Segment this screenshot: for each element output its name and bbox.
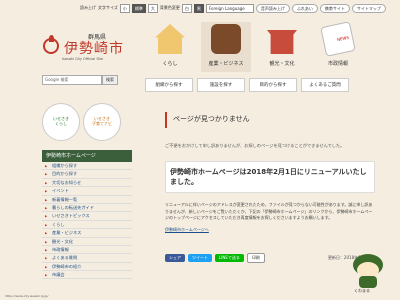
promo-kurashi[interactable]: いせさき くらし	[42, 103, 80, 141]
main-content: ページが見つかりません ご不便をおかけして申し訳ありませんが、お探しのページを見…	[165, 112, 375, 233]
renewal-heading: 伊勢崎市ホームページは2018年2月1日にリニューアルいたしました。	[165, 161, 375, 193]
newspaper-icon	[320, 21, 356, 57]
bg-white-button[interactable]: 白	[181, 3, 192, 13]
sidebar-item[interactable]: 市政情報	[42, 246, 132, 255]
tile-tourism[interactable]: 観光・文化	[257, 22, 307, 72]
not-found-note: ご不便をおかけして申し訳ありませんが、お探しのページを見つけることができませんで…	[165, 143, 345, 148]
tile-label: 産業・ビジネス	[208, 61, 244, 67]
english-name: Isesaki City Official Site	[62, 57, 104, 61]
search-input[interactable]: Google 検索	[42, 75, 102, 85]
sidebar-item[interactable]: 目的から探す	[42, 170, 132, 179]
font-small-button[interactable]: 小	[119, 3, 130, 13]
reader-label[interactable]: 読み上げ	[80, 5, 96, 11]
mascot-body	[359, 276, 377, 288]
page-title: ページが見つかりません	[165, 112, 375, 128]
nav-purpose[interactable]: 目的から探す	[249, 78, 297, 92]
sidebar-item[interactable]: 観光・文化	[42, 238, 132, 246]
tile-city-info[interactable]: 市政情報	[313, 21, 363, 72]
tile-label: 観光・文化	[269, 61, 295, 67]
print-button[interactable]: 印刷	[246, 253, 265, 263]
search-button[interactable]: 検索	[102, 75, 118, 85]
promo-kosodate[interactable]: いせさき 子育てナビ	[83, 103, 121, 141]
font-standard-button[interactable]: 標準	[131, 3, 146, 13]
status-url: https://www.city.isesaki.lg.jp/	[5, 294, 49, 298]
facebook-share-button[interactable]: シェア	[165, 254, 185, 262]
tile-label: くらし	[162, 61, 178, 67]
search-nav: 組織から探す 施設を探す 目的から探す よくあるご質問	[145, 78, 349, 92]
tile-kurashi[interactable]: くらし	[145, 22, 195, 72]
sidebar-item[interactable]: 新着情報一覧	[42, 196, 132, 204]
line-share-button[interactable]: LINEで送る	[215, 254, 244, 262]
promo-banners: いせさき くらし いせさき 子育てナビ	[42, 103, 121, 141]
nav-faq[interactable]: よくあるご質問	[301, 78, 349, 92]
mascot-name: くわまる	[354, 288, 370, 293]
site-search: Google 検索 検索	[42, 75, 118, 85]
contact-button[interactable]: ふれあい	[291, 3, 318, 13]
temple-icon	[267, 30, 297, 54]
sitemap-button[interactable]: サイトマップ	[351, 3, 386, 13]
mobile-site-button[interactable]: 携帯サイト	[319, 3, 350, 13]
sidebar-item[interactable]: 市議会	[42, 271, 132, 280]
sidebar-item[interactable]: 組織から探す	[42, 162, 132, 171]
sidebar-header[interactable]: 伊勢崎市ホームページ	[42, 150, 132, 162]
twitter-share-button[interactable]: ツイート	[188, 254, 212, 262]
briefcase-icon	[211, 24, 241, 54]
language-select[interactable]: Foreign Language	[205, 3, 254, 13]
sidebar-item[interactable]: 産業・ビジネス	[42, 229, 132, 238]
home-link[interactable]: 伊勢崎市ホームページへ	[165, 227, 375, 233]
sidebar-item[interactable]: 伊勢崎市の紹介	[42, 263, 132, 272]
sidebar-item[interactable]: 暮らしの転送先ガイド	[42, 204, 132, 213]
sidebar-item[interactable]: イベント	[42, 187, 132, 196]
bg-color-label: 背景色変更	[159, 5, 180, 10]
sidebar-item[interactable]: 大切なお知らせ	[42, 179, 132, 188]
tile-label: 市政情報	[327, 61, 348, 67]
font-size-label: 文字サイズ	[98, 5, 118, 10]
bg-black-button[interactable]: 黒	[193, 3, 204, 13]
city-emblem-icon	[43, 35, 59, 54]
city-name: 伊勢崎市	[64, 41, 124, 57]
nav-facility[interactable]: 施設を探す	[197, 78, 245, 92]
renewal-body: リニューアルに伴いページのアドレスが変更されたため、ファイルが見つからない可能性…	[165, 202, 373, 220]
share-bar: シェア ツイート LINEで送る 印刷 更新日：2018年02月06日	[165, 253, 376, 263]
sidebar-item[interactable]: くらし	[42, 221, 132, 230]
house-icon	[155, 24, 185, 54]
sidebar-item[interactable]: よくある質問	[42, 254, 132, 263]
sidebar: 伊勢崎市ホームページ 組織から探す 目的から探す 大切なお知らせ イベント 新着…	[42, 150, 132, 280]
site-logo[interactable]: 群馬県 伊勢崎市 Isesaki City Official Site	[40, 28, 125, 68]
mascot-image[interactable]: くわまる	[348, 254, 388, 294]
utility-bar: 読み上げ 文字サイズ 小 標準 大 背景色変更 白 黒 Foreign Lang…	[80, 3, 386, 13]
tile-business[interactable]: 産業・ビジネス	[201, 22, 251, 72]
nav-org[interactable]: 組織から探す	[145, 78, 193, 92]
category-tiles: くらし 産業・ビジネス 観光・文化 市政情報	[145, 21, 363, 72]
font-large-button[interactable]: 大	[147, 3, 158, 13]
sidebar-item[interactable]: いせさきトピックス	[42, 212, 132, 221]
voice-button[interactable]: 音声読み上げ	[255, 3, 290, 13]
